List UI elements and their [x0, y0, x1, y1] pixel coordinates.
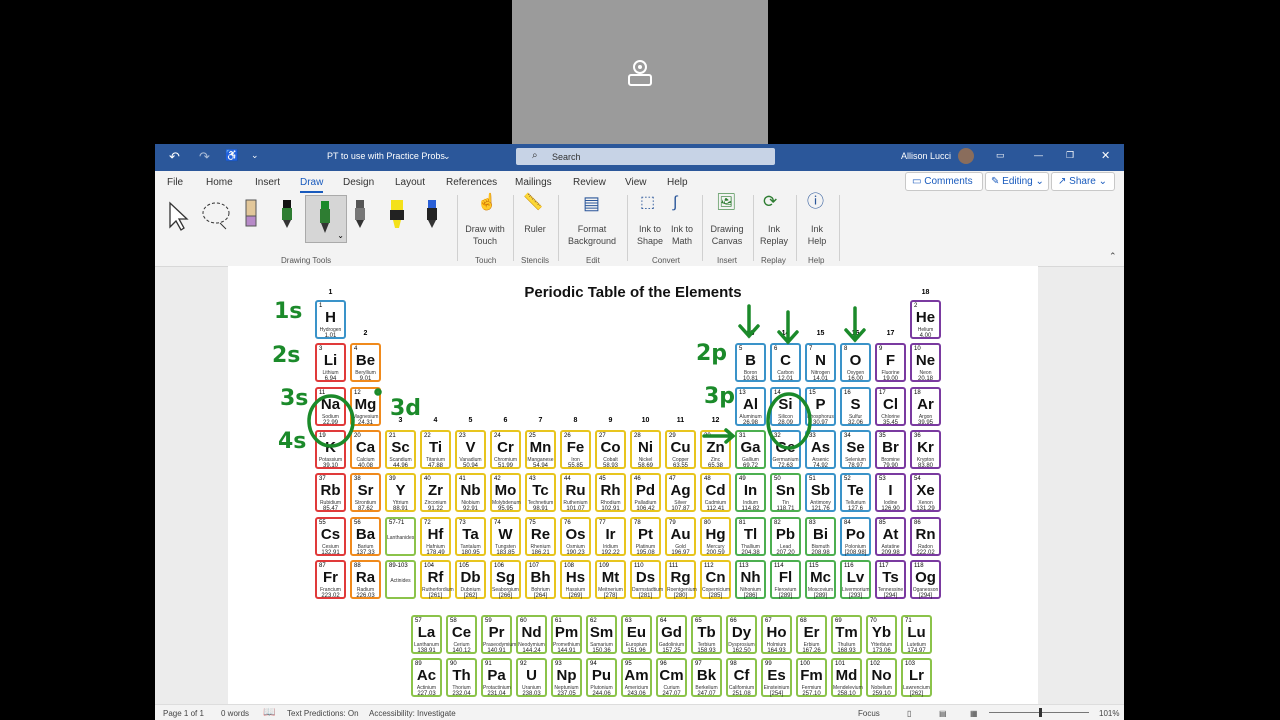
avatar[interactable] [958, 148, 974, 164]
page-count[interactable]: Page 1 of 1 [163, 709, 204, 718]
search-placeholder: Search [552, 152, 581, 162]
ink-circle-sodium [307, 394, 355, 448]
focus-button[interactable]: Focus [858, 709, 880, 718]
ribbon-divider [839, 195, 840, 261]
group-drawing-tools: Drawing Tools [281, 256, 332, 265]
ink-dot [374, 388, 382, 396]
search-icon: ⌕ [532, 150, 538, 161]
group-touch: Touch [475, 256, 497, 265]
ink-to-shape-button[interactable]: Ink to Shape [633, 223, 667, 247]
ribbon-divider [796, 195, 797, 261]
word-count[interactable]: 0 words [221, 709, 249, 718]
ink-arrow [777, 310, 799, 345]
user-name[interactable]: Allison Lucci [901, 151, 951, 161]
group-help: Help [808, 256, 825, 265]
draw-touch-icon: ☝ [477, 194, 497, 211]
ink-to-math-button[interactable]: Ink to Math [666, 223, 698, 247]
share-button[interactable]: ↗ Share ⌄ [1051, 172, 1115, 191]
search-box[interactable]: ⌕ Search [516, 148, 775, 165]
drawing-canvas-button[interactable]: Drawing Canvas [705, 223, 749, 247]
ink-help-icon: ⓘ [807, 192, 824, 211]
ribbon: ⌄ Drawing Tools ☝ Draw with Touch Touch … [155, 193, 1124, 267]
minimize-icon[interactable]: — [1034, 150, 1043, 160]
ink-replay-icon: ⟳ [763, 192, 778, 211]
proofing-icon[interactable]: 📖 [263, 707, 275, 718]
chevron-down-icon: ⌄ [443, 151, 451, 161]
comments-button[interactable]: ▭ Comments [905, 172, 983, 191]
title-bar: ↶ ↷ ♿ ⌄ PT to use with Practice Probs ⌄ … [155, 144, 1124, 171]
ink-circle-silicon [766, 392, 812, 450]
highlighter-yellow-icon[interactable] [387, 198, 407, 230]
format-background-button[interactable]: Format Background [559, 223, 625, 247]
ribbon-display-icon[interactable]: ▭ [996, 150, 1005, 161]
editing-button[interactable]: ✎ Editing ⌄ [985, 172, 1049, 191]
tab-review[interactable]: Review [573, 177, 606, 188]
group-stencils: Stencils [521, 256, 550, 265]
accessibility-status[interactable]: Accessibility: Investigate [369, 709, 456, 718]
word-window: ↶ ↷ ♿ ⌄ PT to use with Practice Probs ⌄ … [155, 144, 1124, 720]
group-insert: Insert [717, 256, 738, 265]
undo-icon[interactable]: ↶ [169, 149, 180, 165]
tab-home[interactable]: Home [206, 177, 233, 188]
ink-arrow [702, 428, 736, 444]
ink-arrow [738, 304, 760, 339]
draw-with-touch-button[interactable]: Draw with Touch [460, 223, 510, 247]
tab-design[interactable]: Design [343, 177, 374, 188]
group-replay: Replay [761, 256, 786, 265]
tab-view[interactable]: View [625, 177, 647, 188]
accessibility-icon[interactable]: ♿ [225, 149, 239, 162]
camera-feed-placeholder [512, 0, 768, 144]
drawing-canvas-icon: 🖼 [716, 194, 737, 211]
ink-to-shape-icon: ⬚ [640, 194, 656, 211]
zoom-level[interactable]: 101% [1099, 709, 1119, 718]
select-pointer-icon[interactable] [167, 201, 189, 231]
close-icon[interactable]: ✕ [1101, 149, 1110, 162]
customize-qat-icon[interactable]: ⌄ [251, 150, 259, 161]
chevron-down-icon: ⌄ [337, 231, 344, 240]
ink-arrow [844, 306, 866, 343]
ink-to-math-icon: ∫ [673, 194, 678, 211]
group-edit: Edit [586, 256, 600, 265]
eraser-icon[interactable] [243, 198, 259, 230]
action-pen-icon[interactable] [423, 198, 441, 230]
ribbon-divider [702, 195, 703, 261]
ribbon-divider [753, 195, 754, 261]
web-layout-icon[interactable]: ▦ [970, 709, 978, 718]
zoom-slider-thumb[interactable] [1039, 708, 1042, 717]
pen-black-icon[interactable] [279, 198, 295, 230]
tab-references[interactable]: References [446, 177, 497, 188]
read-mode-icon[interactable]: ▯ [907, 709, 911, 718]
document-page[interactable]: Periodic Table of the Elements 1 H Hydroge… [228, 266, 1038, 720]
document-title[interactable]: PT to use with Practice Probs [327, 151, 445, 161]
status-bar: Page 1 of 1 0 words 📖 Text Predictions: … [155, 704, 1124, 720]
pencil-gray-icon[interactable] [352, 198, 368, 230]
ink-strokes [307, 304, 866, 450]
print-layout-icon[interactable]: ▤ [939, 709, 947, 718]
ribbon-divider [627, 195, 628, 261]
format-background-icon: ▤ [583, 193, 601, 213]
pen-green-selected[interactable]: ⌄ [305, 195, 347, 243]
tab-file[interactable]: File [167, 177, 183, 188]
pen-green-icon [320, 201, 330, 233]
redo-icon[interactable]: ↷ [199, 149, 210, 165]
tab-help[interactable]: Help [667, 177, 688, 188]
group-convert: Convert [652, 256, 681, 265]
tab-mailings[interactable]: Mailings [515, 177, 552, 188]
ink-replay-button[interactable]: Ink Replay [756, 223, 792, 247]
ruler-icon: 📏 [523, 194, 543, 211]
tab-insert[interactable]: Insert [255, 177, 280, 188]
text-predictions[interactable]: Text Predictions: On [287, 709, 359, 718]
ribbon-divider [513, 195, 514, 261]
camera-off-icon [628, 60, 652, 86]
tab-draw[interactable]: Draw [300, 177, 324, 193]
tab-layout[interactable]: Layout [395, 177, 425, 188]
ink-help-button[interactable]: Ink Help [800, 223, 834, 247]
collapse-ribbon-icon[interactable]: ⌃ [1109, 250, 1117, 262]
ribbon-divider [457, 195, 458, 261]
restore-icon[interactable]: ❐ [1066, 150, 1074, 161]
ruler-button[interactable]: Ruler [517, 223, 553, 235]
lasso-select-icon[interactable] [200, 201, 234, 231]
